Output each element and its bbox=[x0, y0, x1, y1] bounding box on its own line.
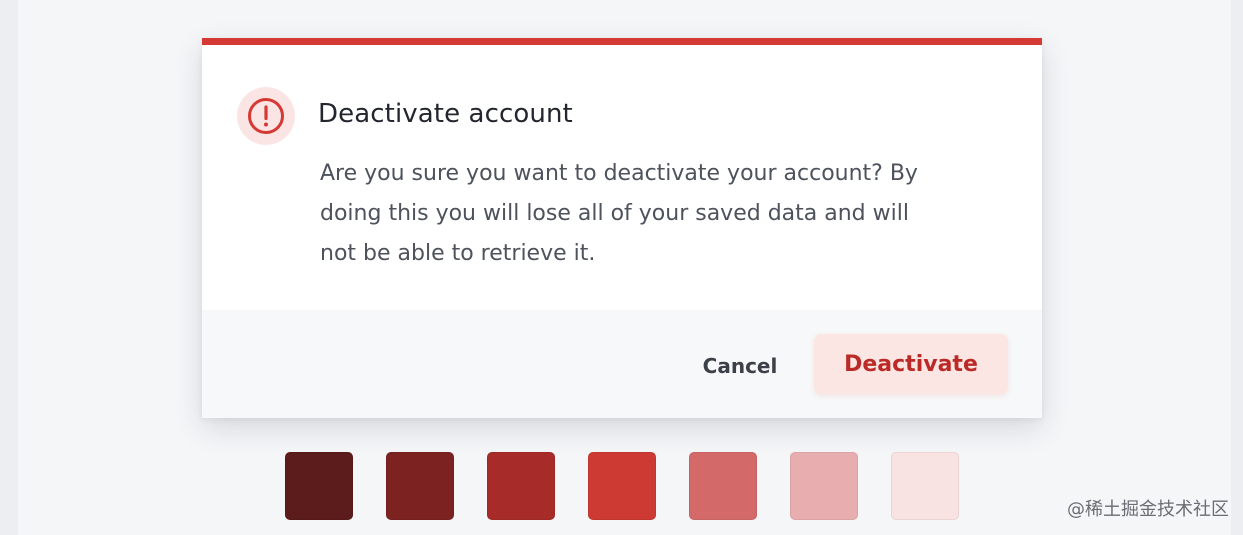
modal-message-line: not be able to retrieve it. bbox=[320, 241, 596, 266]
modal-message-line: Are you sure you want to deactivate your… bbox=[320, 161, 918, 186]
modal-footer: Cancel Deactivate bbox=[202, 310, 1042, 418]
color-swatch bbox=[487, 452, 555, 520]
modal-title: Deactivate account bbox=[318, 99, 573, 129]
color-swatch bbox=[891, 452, 959, 520]
exclamation-circle-icon bbox=[237, 87, 295, 145]
cancel-button[interactable]: Cancel bbox=[690, 348, 790, 384]
backdrop-edge-right bbox=[1231, 0, 1243, 535]
deactivate-button[interactable]: Deactivate bbox=[814, 334, 1008, 394]
modal-accent-bar bbox=[202, 38, 1042, 45]
color-palette bbox=[285, 452, 965, 520]
modal-message: Are you sure you want to deactivate your… bbox=[320, 154, 980, 274]
color-swatch bbox=[790, 452, 858, 520]
color-swatch bbox=[689, 452, 757, 520]
backdrop-edge-left bbox=[0, 0, 18, 535]
modal-message-line: doing this you will lose all of your sav… bbox=[320, 201, 909, 226]
color-swatch bbox=[588, 452, 656, 520]
deactivate-account-modal: Deactivate account Are you sure you want… bbox=[202, 38, 1042, 418]
watermark: @稀土掘金技术社区 bbox=[1067, 499, 1229, 520]
color-swatch bbox=[386, 452, 454, 520]
color-swatch bbox=[285, 452, 353, 520]
